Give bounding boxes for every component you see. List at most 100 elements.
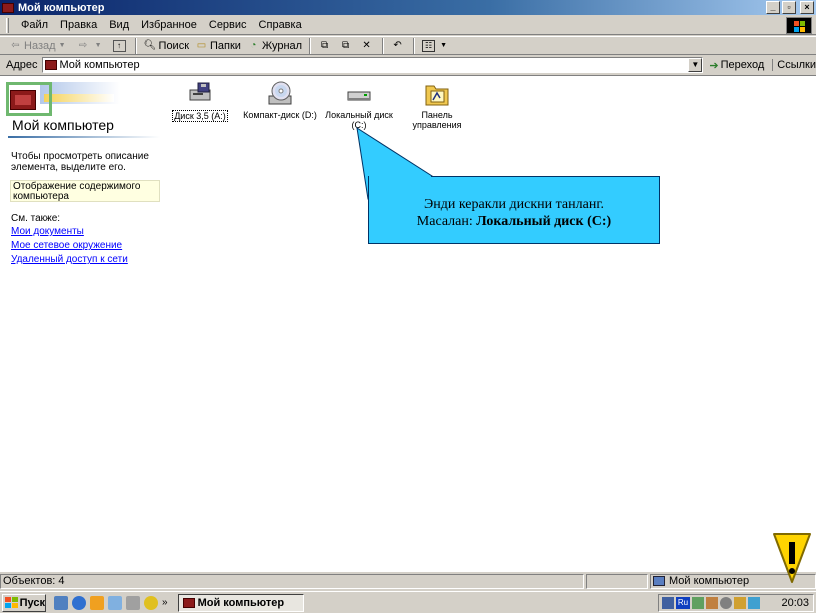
folder-view[interactable]: Мой компьютер Чтобы просмотреть описание… [0, 75, 816, 572]
tray-icon[interactable] [734, 597, 746, 609]
search-button[interactable]: 🔍︎ Поиск [141, 37, 192, 55]
show-contents-note: Отображение содержимого компьютера [10, 180, 160, 202]
address-bar: Адрес Мой компьютер ▼ ➔ Переход Ссылки [0, 56, 816, 74]
address-label: Адрес [6, 59, 38, 71]
move-to-icon: ⧉ [321, 40, 329, 51]
explorer-icon[interactable] [126, 595, 140, 610]
folders-button[interactable]: ▭ Папки [192, 37, 244, 55]
menu-tools[interactable]: Сервис [203, 19, 253, 31]
my-computer-icon [44, 60, 57, 70]
callout-line-1: Энди керакли дискни танланг. [424, 197, 604, 212]
address-value: Мой компьютер [59, 59, 140, 71]
toolbar-separator [134, 37, 137, 54]
see-also-label: См. также: [11, 213, 61, 224]
volume-icon[interactable] [748, 597, 760, 609]
title-bar[interactable]: Мой компьютер _ ▫ × [0, 0, 816, 15]
search-icon: 🔍︎ [143, 40, 157, 51]
chevron-down-icon: ▼ [58, 42, 66, 49]
menu-grip[interactable] [6, 17, 9, 33]
menu-help[interactable]: Справка [253, 19, 308, 31]
computer-icon [653, 576, 665, 586]
address-dropdown-button[interactable]: ▼ [688, 58, 703, 72]
back-arrow-icon: ⇦ [11, 40, 20, 51]
media-player-icon[interactable] [90, 595, 104, 610]
views-button[interactable]: ☷ ▼ [419, 37, 455, 55]
start-button[interactable]: Пуск [2, 593, 46, 612]
address-input[interactable]: Мой компьютер ▼ [41, 57, 704, 73]
close-button[interactable]: × [800, 1, 814, 14]
callout-line-2: Масалан: Локальный диск (С:) [416, 214, 612, 229]
undo-button[interactable]: ↶ [388, 37, 409, 55]
floppy-drive-icon [186, 80, 214, 108]
views-icon: ☷ [422, 39, 436, 52]
my-computer-icon [182, 597, 195, 608]
system-tray: Ru 20:03 [658, 594, 814, 612]
pane-description: Чтобы просмотреть описание элемента, выд… [11, 151, 149, 173]
taskbar: Пуск » Мой компьютер Ru 20:03 [0, 591, 816, 613]
back-button[interactable]: ⇦ Назад ▼ [6, 37, 74, 55]
drive-local-c[interactable]: Локальный диск (C:) [319, 80, 399, 130]
toolbar-separator [413, 37, 416, 54]
status-spacer [586, 573, 648, 589]
taskbar-button-my-computer[interactable]: Мой компьютер [177, 593, 304, 612]
window-controls: _ ▫ × [766, 1, 814, 14]
menu-view[interactable]: Вид [103, 19, 135, 31]
warning-sign-icon [773, 533, 811, 583]
link-my-documents[interactable]: Мои документы [11, 226, 84, 237]
toolbar-separator [382, 37, 385, 54]
tray-icon[interactable] [706, 597, 718, 609]
delete-button[interactable]: ✕ [357, 37, 378, 55]
chevron-down-icon: ▼ [94, 42, 102, 49]
minimize-button[interactable]: _ [766, 1, 780, 14]
internet-explorer-icon[interactable] [72, 595, 86, 610]
restore-button[interactable]: ▫ [782, 1, 796, 14]
move-to-button[interactable]: ⧉ [315, 37, 336, 55]
pane-divider [8, 136, 160, 138]
windows-logo-icon [5, 597, 18, 608]
status-bar: Объектов: 4 Мой компьютер [0, 573, 816, 589]
drive-floppy-a[interactable]: Диск 3,5 (A:) [160, 80, 240, 122]
forward-arrow-icon: ⇨ [78, 40, 88, 51]
status-object-count: Объектов: 4 [0, 573, 584, 589]
window-title: Мой компьютер [18, 1, 105, 14]
network-icon[interactable] [692, 597, 704, 609]
web-view-pane: Мой компьютер Чтобы просмотреть описание… [0, 76, 170, 572]
toolbar-separator [309, 37, 312, 54]
link-dialup-networking[interactable]: Удаленный доступ к сети [11, 254, 128, 265]
menu-file[interactable]: Файл [15, 19, 54, 31]
history-icon: ◔ [250, 40, 257, 51]
links-toolbar[interactable]: Ссылки [772, 59, 816, 71]
standard-toolbar: ⇦ Назад ▼ ⇨ ▼ ↑ 🔍︎ Поиск ▭ Папки ◔ Журна… [0, 36, 816, 55]
windows-logo-icon [786, 17, 812, 34]
hard-drive-icon [345, 80, 373, 108]
callout-seam [369, 176, 431, 179]
tray-icon[interactable] [720, 597, 732, 609]
quick-launch-more-icon[interactable]: » [162, 597, 168, 608]
menu-edit[interactable]: Правка [54, 19, 103, 31]
folders-icon: ▭ [196, 40, 207, 51]
copy-to-button[interactable]: ⧉ [336, 37, 357, 55]
link-network-places[interactable]: Мое сетевое окружение [11, 240, 122, 251]
computer-icon [10, 90, 36, 110]
tray-app-icon[interactable] [662, 597, 674, 609]
history-button[interactable]: ◔ Журнал [244, 37, 305, 55]
language-indicator[interactable]: Ru [676, 597, 690, 609]
messenger-icon[interactable] [144, 595, 158, 610]
go-button[interactable]: ➔ Переход [709, 59, 764, 72]
drive-label: Локальный диск (C:) [325, 110, 393, 130]
forward-button[interactable]: ⇨ ▼ [74, 37, 110, 55]
cd-drive-icon [266, 80, 294, 108]
go-arrow-icon: ➔ [709, 59, 719, 72]
clock[interactable]: 20:03 [781, 597, 809, 609]
chevron-down-icon: ▼ [440, 42, 448, 49]
quick-launch: » [54, 595, 168, 610]
drive-label: Диск 3,5 (A:) [172, 110, 228, 122]
outlook-icon[interactable] [108, 595, 122, 610]
drive-cd-d[interactable]: Компакт-диск (D:) [240, 80, 320, 120]
up-folder-button[interactable]: ↑ [110, 37, 131, 55]
show-desktop-icon[interactable] [54, 595, 68, 610]
pane-title: Мой компьютер [12, 117, 114, 133]
menu-favorites[interactable]: Избранное [135, 19, 203, 31]
copy-to-icon: ⧉ [342, 40, 350, 51]
control-panel[interactable]: Панель управления [397, 80, 477, 130]
